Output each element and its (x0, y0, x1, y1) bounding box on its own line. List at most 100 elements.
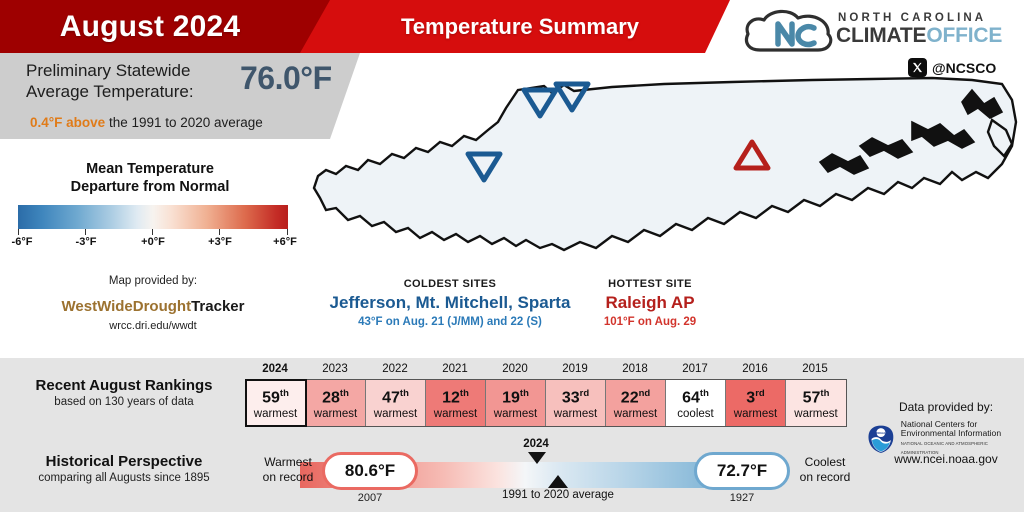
coolest-label-line2: on record (799, 470, 851, 484)
logo-text-climate-office: CLIMATEOFFICE (836, 24, 1002, 48)
rankings-cell-word: warmest (253, 408, 298, 421)
logo-text-climate: CLIMATE (836, 24, 927, 47)
rankings-cell-2015: 57th warmest (786, 380, 846, 426)
rankings-title: Recent August Rankings (35, 377, 213, 394)
rankings-cell-2016: 3rd warmest (726, 380, 786, 426)
rankings-cell-rank-suffix: th (459, 387, 469, 399)
rankings-cell-word: coolest (677, 408, 714, 421)
rankings-cell-rank-number: 47 (382, 389, 400, 407)
rankings-year-5: 2019 (562, 363, 588, 375)
rankings-cell-rank-number: 3 (746, 389, 756, 407)
rankings-cell-rank-suffix: th (519, 387, 529, 399)
rankings-cell-rank: 22nd (621, 386, 650, 406)
noaa-provided-by-label: Data provided by: (898, 400, 994, 414)
rankings-table[interactable]: 59th warmest 28th warmest 47th warmest 12th war… (245, 379, 847, 427)
rankings-cell-rank: 12th (442, 386, 469, 406)
legend-tick-0: -6°F (11, 236, 33, 248)
rankings-cell-2022: 47th warmest (366, 380, 426, 426)
rankings-cell-rank: 28th (322, 386, 349, 406)
rankings-cell-rank-suffix: th (399, 387, 409, 399)
hottest-site-detail: 101°F on Aug. 29 (603, 316, 697, 328)
noaa-url[interactable]: www.ncei.noaa.gov (876, 452, 1016, 466)
warmest-label-line2: on record (262, 470, 314, 484)
page-subtitle: Temperature Summary (400, 13, 639, 39)
rankings-cell-word: warmest (613, 408, 658, 421)
rankings-cell-rank: 19th (502, 386, 529, 406)
rankings-cell-word: warmest (493, 408, 538, 421)
legend-title-line2: Departure from Normal (70, 179, 230, 195)
rankings-year-9: 2015 (802, 363, 828, 375)
statewide-average-label-line2: Average Temperature: (26, 82, 194, 101)
rankings-year-1: 2023 (322, 363, 348, 375)
warmest-on-record-year: 2007 (357, 492, 383, 504)
nc-temperature-departure-map[interactable] (312, 60, 1024, 275)
rankings-year-3: 2021 (442, 363, 468, 375)
rankings-cell-rank: 57th (803, 386, 830, 406)
historical-subtitle: comparing all Augusts since 1895 (38, 472, 210, 484)
coolest-on-record-value: 72.7°F (694, 452, 790, 490)
rankings-cell-word: warmest (313, 408, 358, 421)
rankings-cell-2024: 59th warmest (245, 379, 307, 427)
rankings-cell-2017: 64th coolest (666, 380, 726, 426)
rankings-cell-word: warmest (373, 408, 418, 421)
wwdt-logo-text: WestWideDroughtTracker (20, 298, 286, 315)
wwdt-logo-dark: Tracker (191, 298, 245, 315)
coolest-on-record-label: Coolest on record (790, 455, 860, 485)
hottest-site-callout: HOTTEST SITE Raleigh AP 101°F on Aug. 29 (520, 278, 780, 328)
rankings-cell-2018: 22nd warmest (606, 380, 666, 426)
statewide-average-value: 76.0°F (240, 60, 332, 96)
rankings-cell-rank-suffix: th (820, 387, 830, 399)
rankings-cell-rank-number: 64 (682, 389, 700, 407)
rankings-cell-2021: 12th warmest (426, 380, 486, 426)
rankings-cell-rank: 59th (262, 386, 289, 406)
logo-text-office: OFFICE (926, 24, 1003, 47)
warmest-label-line1: Warmest (264, 455, 312, 469)
rankings-cell-2019: 33rd warmest (546, 380, 606, 426)
map-provided-by-label: Map provided by: (108, 275, 198, 287)
average-marker-arrow-icon (548, 475, 568, 488)
legend-colorbar-ticks (18, 229, 288, 235)
current-year-marker-label: 2024 (523, 438, 549, 450)
rankings-cell-word: warmest (433, 408, 478, 421)
rankings-cell-2023: 28th warmest (306, 380, 366, 426)
legend-colorbar (18, 205, 288, 229)
current-year-marker-arrow-icon (528, 452, 546, 464)
rankings-cell-rank-suffix: th (699, 387, 709, 399)
warmest-on-record-label: Warmest on record (253, 455, 323, 485)
warmest-on-record-value: 80.6°F (322, 452, 418, 490)
page-title: August 2024 (59, 9, 241, 43)
rankings-cell-word: warmest (733, 408, 778, 421)
departure-rest: the 1991 to 2020 average (105, 115, 263, 130)
legend-title-line1: Mean Temperature (86, 161, 214, 177)
wwdt-logo-brown: WestWideDrought (61, 298, 192, 315)
rankings-cell-rank-suffix: th (339, 387, 349, 399)
noaa-seal-icon: NOAA (868, 425, 894, 453)
coolest-label-line1: Coolest (804, 455, 846, 469)
departure-highlight: 0.4°F above (30, 115, 106, 130)
rankings-year-header: 2024 2023 2022 2021 2020 2019 2018 2017 … (245, 363, 845, 378)
rankings-cell-rank: 3rd (746, 386, 764, 406)
rankings-cell-rank-number: 22 (620, 389, 639, 407)
legend-title: Mean Temperature Departure from Normal (0, 160, 300, 196)
legend-tick-1: -3°F (75, 236, 97, 248)
legend-tick-3: +3°F (208, 236, 232, 248)
map-state-body (312, 76, 1018, 252)
rankings-cell-rank: 47th (382, 386, 409, 406)
map-state-outline (312, 76, 1018, 252)
rankings-cell-2020: 19th warmest (486, 380, 546, 426)
statewide-average-label: Preliminary Statewide Average Temperatur… (26, 60, 256, 102)
rankings-cell-rank-suffix: nd (638, 387, 651, 399)
rankings-year-2: 2022 (382, 363, 408, 375)
rankings-year-7: 2017 (682, 363, 708, 375)
rankings-cell-rank-suffix: rd (755, 387, 765, 399)
rankings-subtitle: based on 130 years of data (54, 396, 194, 408)
rankings-cell-rank-suffix: th (279, 387, 289, 399)
rankings-cell-rank-number: 19 (502, 389, 520, 407)
rankings-cell-rank-number: 28 (322, 389, 340, 407)
rankings-cell-rank-number: 57 (802, 389, 821, 407)
rankings-cell-rank-number: 33 (561, 389, 580, 407)
noaa-org-line2: Environmental Information (900, 428, 1002, 439)
departure-from-normal-text: 0.4°F above the 1991 to 2020 average (30, 115, 350, 130)
wwdt-url[interactable]: wrcc.dri.edu/wwdt (20, 320, 286, 332)
logo-text-north-carolina: NORTH CAROLINA (838, 12, 987, 24)
